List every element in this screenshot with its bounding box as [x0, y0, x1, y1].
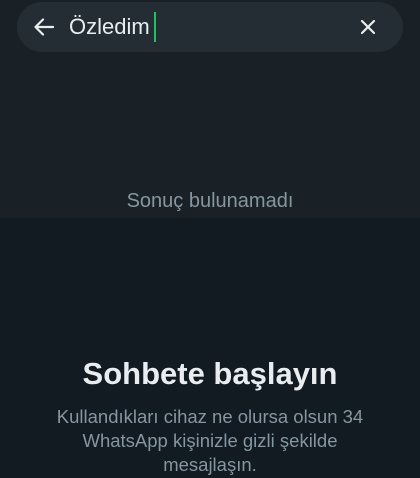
clear-search-button[interactable] [357, 16, 379, 38]
search-input-value[interactable]: Özledim [69, 14, 150, 40]
search-bar[interactable]: Özledim [17, 2, 403, 52]
start-chat-title: Sohbete başlayın [82, 356, 338, 391]
start-chat-description: Kullandıkları cihaz ne olursa olsun 34 W… [56, 406, 364, 475]
close-icon [360, 19, 376, 35]
no-results-text: Sonuç bulunamadı [126, 190, 294, 212]
text-caret [153, 12, 156, 42]
search-input[interactable]: Özledim [69, 12, 156, 42]
back-button[interactable] [31, 13, 57, 41]
arrow-left-icon [34, 18, 54, 36]
search-screen: Özledim Sonuç bulunamadı Sohbete başlayı… [0, 0, 420, 478]
